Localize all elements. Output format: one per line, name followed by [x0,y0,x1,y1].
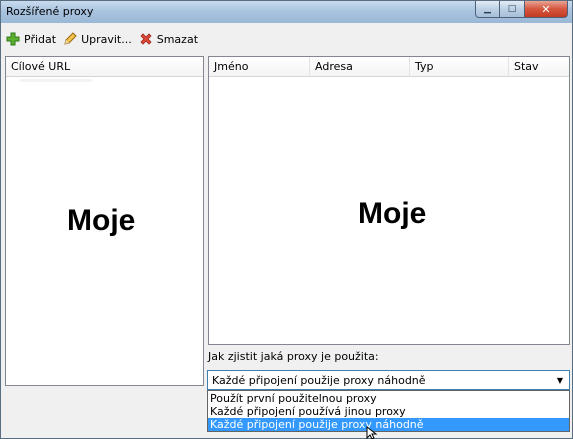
column-header-name[interactable]: Jméno [209,57,310,77]
close-button[interactable]: ✕ [525,1,568,18]
target-url-list[interactable]: Cílové URL Moje [5,56,204,386]
edit-button[interactable]: Upravit... [62,31,132,47]
proxy-mode-option-highlighted[interactable]: Každé připojení použije proxy náhodně [208,418,569,431]
maximize-icon: □ [507,4,517,14]
toolbar: Přidat Upravit... Smazat [5,29,204,49]
proxy-mode-select[interactable]: Každé připojení použije proxy náhodně ▼ [207,370,570,390]
column-header-status[interactable]: Stav [509,57,569,77]
proxy-mode-label: Jak zjistit jaká proxy je použita: [208,350,379,363]
dropdown-arrow-icon[interactable]: ▼ [552,372,568,388]
column-header-target-url[interactable]: Cílové URL [6,57,203,77]
window-controls: ▁ □ ✕ [475,1,568,18]
column-header-address[interactable]: Adresa [310,57,410,77]
proxy-list-header: Jméno Adresa Typ Stav [209,57,569,77]
delete-x-icon [138,31,154,47]
add-button-label: Přidat [24,32,57,46]
proxy-mode-selected-value: Každé připojení použije proxy náhodně [212,374,426,387]
minimize-button[interactable]: ▁ [475,1,500,18]
window-title: Rozšířené proxy [6,5,94,18]
column-header-type[interactable]: Typ [410,57,509,77]
delete-button[interactable]: Smazat [138,31,198,47]
watermark-text: Moje [358,197,427,230]
close-icon: ✕ [541,2,551,16]
proxy-list[interactable]: Jméno Adresa Typ Stav Moje [208,56,570,345]
pencil-icon [62,31,78,47]
add-button[interactable]: Přidat [5,31,56,47]
minimize-icon: ▁ [484,4,491,14]
title-bar[interactable]: Rozšířené proxy ▁ □ ✕ [1,1,572,23]
delete-button-label: Smazat [156,32,199,46]
list-placeholder-line [20,79,92,82]
maximize-button[interactable]: □ [500,1,525,18]
proxy-mode-dropdown: Použít první použitelnou proxy Každé při… [207,390,570,432]
target-url-list-header: Cílové URL [6,57,203,77]
edit-button-label: Upravit... [81,32,132,46]
proxy-mode-option[interactable]: Každé připojení používá jinou proxy [208,405,569,418]
watermark-text: Moje [67,204,136,237]
mouse-cursor-icon [366,426,378,439]
plus-icon [5,31,21,47]
advanced-proxy-window: Rozšířené proxy ▁ □ ✕ Přidat Upravit... [0,0,573,439]
proxy-mode-option[interactable]: Použít první použitelnou proxy [208,392,569,405]
